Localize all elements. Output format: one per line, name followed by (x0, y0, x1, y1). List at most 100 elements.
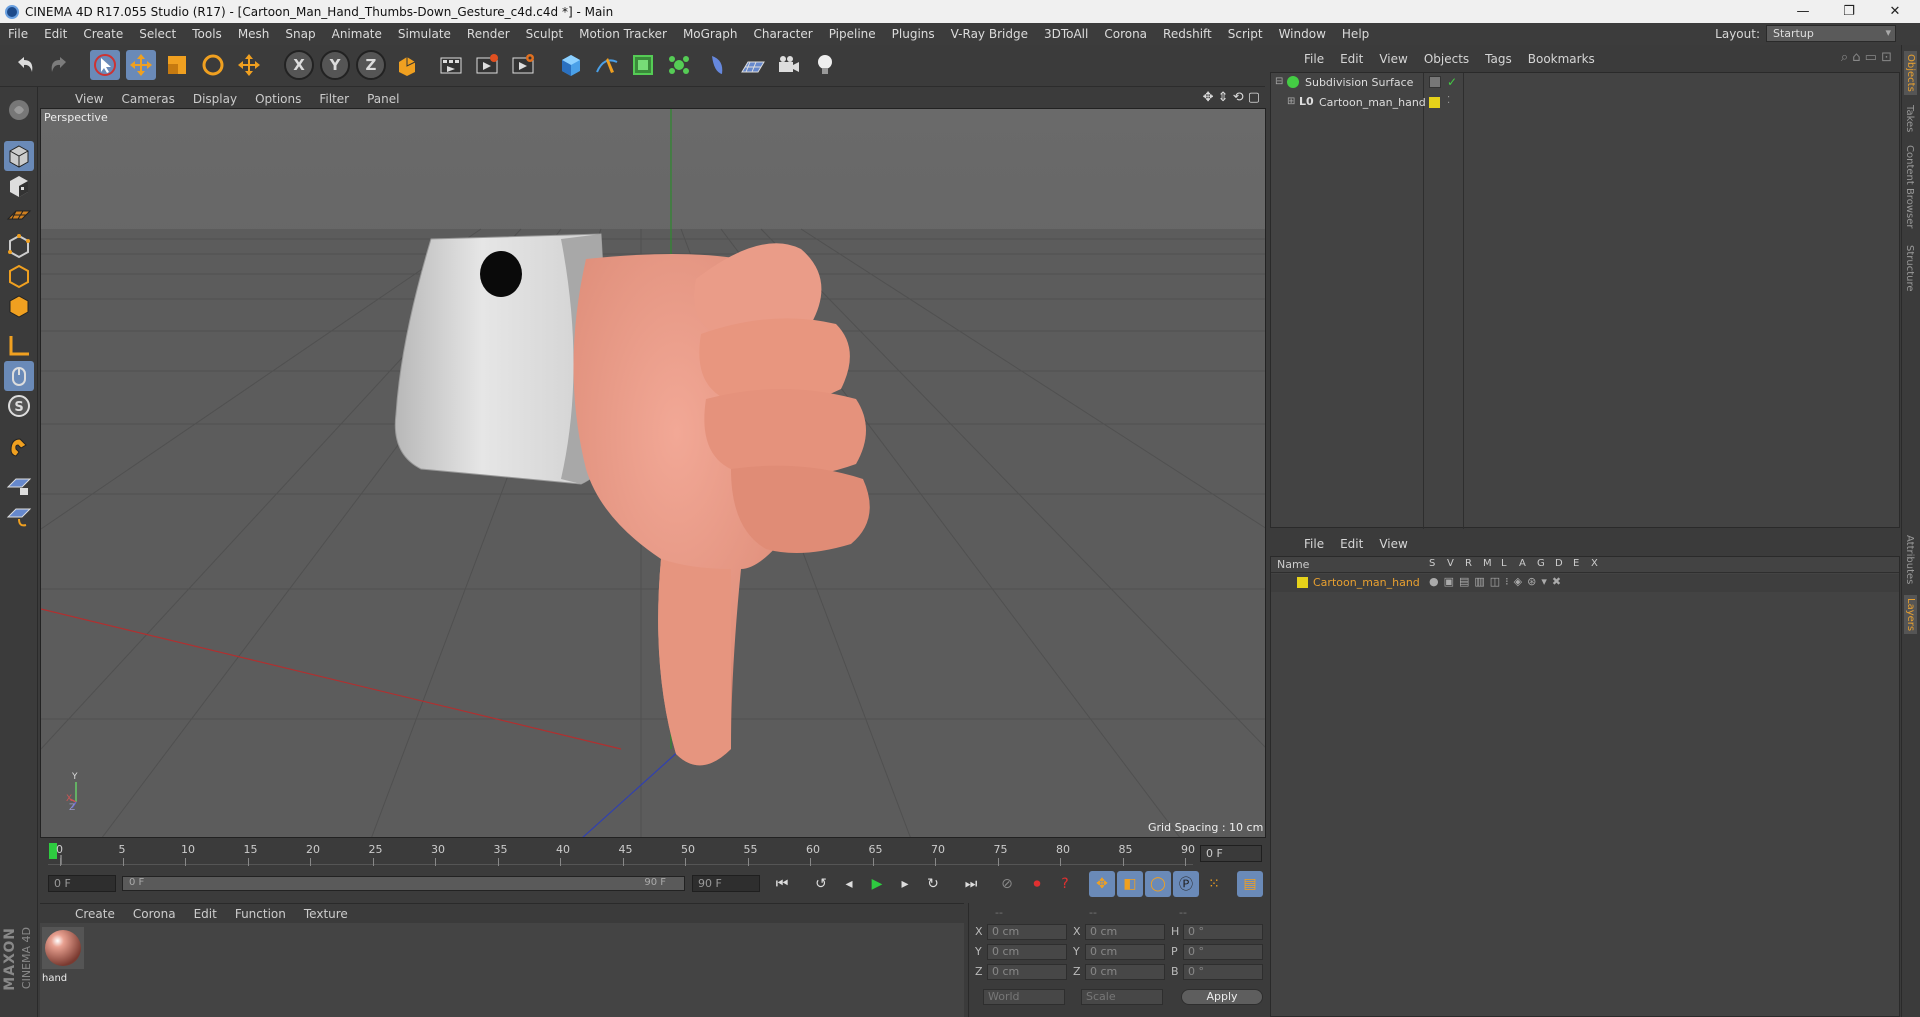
objects-menu-tags[interactable]: Tags (1477, 52, 1520, 66)
render-view-icon[interactable] (436, 50, 466, 80)
viewport-menu-view[interactable]: View (66, 92, 112, 106)
menu-redshift[interactable]: Redshift (1155, 27, 1220, 41)
collapse-icon[interactable]: ⊟ (1275, 76, 1283, 87)
expand-icon[interactable]: ⊞ (1287, 96, 1295, 107)
menu-mograph[interactable]: MoGraph (675, 27, 746, 41)
key-scale-icon[interactable]: ◧ (1117, 871, 1143, 897)
workplane-mode-icon[interactable] (4, 201, 34, 231)
layer-col-render[interactable]: R (1465, 558, 1472, 569)
workplane-lock-icon[interactable] (4, 471, 34, 501)
viewport-menu-display[interactable]: Display (184, 92, 246, 106)
coord-rot-b-field[interactable]: 0 ° (1183, 964, 1263, 980)
side-tab-attributes[interactable]: Attributes (1904, 535, 1915, 584)
layers-menu-edit[interactable]: Edit (1332, 537, 1371, 551)
edges-mode-icon[interactable] (4, 261, 34, 291)
side-tab-structure[interactable]: Structure (1904, 245, 1915, 292)
keyframe-selection-icon[interactable]: ? (1052, 871, 1078, 897)
layer-col-visible[interactable]: V (1447, 558, 1454, 569)
layer-col-manager[interactable]: M (1483, 558, 1492, 569)
enabled-check-icon[interactable]: ✓ (1447, 75, 1457, 89)
menu-create[interactable]: Create (75, 27, 131, 41)
material-menu-corona[interactable]: Corona (124, 907, 185, 921)
layer-color-swatch[interactable] (1297, 577, 1308, 588)
make-editable-icon[interactable] (4, 95, 34, 125)
menu-help[interactable]: Help (1334, 27, 1377, 41)
layer-row[interactable]: Cartoon_man_hand ●▣▤▥◫⁝◈⊛▾✖ (1271, 574, 1899, 592)
layers-menu-view[interactable]: View (1371, 537, 1415, 551)
tweak-mode-icon[interactable] (4, 361, 34, 391)
layers-menu-file[interactable]: File (1296, 537, 1332, 551)
coord-pos-z-field[interactable]: 0 cm (987, 964, 1067, 980)
timeline-window-icon[interactable]: ▤ (1237, 871, 1263, 897)
menu-animate[interactable]: Animate (324, 27, 390, 41)
cloner-icon[interactable] (664, 50, 694, 80)
layout-dropdown[interactable]: Startup (1766, 25, 1896, 42)
material-menu-edit[interactable]: Edit (185, 907, 226, 921)
object-name[interactable]: Subdivision Surface (1305, 76, 1413, 89)
objects-menu-view[interactable]: View (1371, 52, 1415, 66)
coord-rot-h-field[interactable]: 0 ° (1183, 924, 1263, 940)
restore-button[interactable]: ❐ (1826, 0, 1872, 23)
menu-script[interactable]: Script (1220, 27, 1271, 41)
coord-pos-y-field[interactable]: 0 cm (987, 944, 1067, 960)
menu-plugins[interactable]: Plugins (884, 27, 943, 41)
coord-mode-dropdown[interactable]: World (983, 989, 1065, 1005)
pen-spline-icon[interactable] (592, 50, 622, 80)
objects-search-icon[interactable]: ⌕ ⌂ ▭ ⊡ (1841, 50, 1892, 65)
play-icon[interactable]: ▶ (864, 871, 890, 897)
layer-col-deformers[interactable]: D (1555, 558, 1563, 569)
viewport-navigation-icons[interactable]: ✥ ⇕ ⟲ ▢ (1203, 90, 1260, 105)
start-frame-field[interactable]: 0 F (48, 875, 116, 892)
layer-col-expressions[interactable]: E (1573, 558, 1579, 569)
viewport-menu-options[interactable]: Options (246, 92, 310, 106)
floor-environment-icon[interactable] (738, 50, 768, 80)
viewport-menu-panel[interactable]: Panel (358, 92, 408, 106)
axis-mode-icon[interactable] (4, 331, 34, 361)
undo-icon[interactable] (10, 50, 40, 80)
subdivision-surface-icon[interactable] (628, 50, 658, 80)
objects-menu-bookmarks[interactable]: Bookmarks (1520, 52, 1603, 66)
end-frame-field[interactable]: 90 F (692, 875, 760, 892)
side-tab-layers[interactable]: Layers (1904, 595, 1917, 635)
object-row[interactable]: ⊞ L0 Cartoon_man_hand ⁚ (1271, 95, 1899, 113)
layer-col-generators[interactable]: G (1537, 558, 1545, 569)
select-tool-icon[interactable] (90, 50, 120, 80)
menu-tools[interactable]: Tools (184, 27, 230, 41)
3d-viewport[interactable] (40, 108, 1266, 838)
coord-rot-p-field[interactable]: 0 ° (1183, 944, 1263, 960)
menu-character[interactable]: Character (745, 27, 820, 41)
layer-col-animation[interactable]: A (1519, 558, 1526, 569)
render-settings-icon[interactable] (508, 50, 538, 80)
coord-scale-dropdown[interactable]: Scale (1081, 989, 1163, 1005)
side-tab-content-browser[interactable]: Content Browser (1904, 145, 1915, 228)
objects-menu-objects[interactable]: Objects (1416, 52, 1477, 66)
render-picture-viewer-icon[interactable] (472, 50, 502, 80)
objects-menu-edit[interactable]: Edit (1332, 52, 1371, 66)
layer-swatch-icon[interactable] (1429, 76, 1441, 88)
previous-frame-icon[interactable]: ◂ (836, 871, 862, 897)
material-item[interactable]: hand (42, 927, 86, 985)
timeline-ruler[interactable]: 0 5 10 15 20 25 30 35 40 45 50 55 60 65 70 75 80 85 90 0 F (40, 840, 1266, 875)
menu-sculpt[interactable]: Sculpt (518, 27, 571, 41)
workplane-snap-icon[interactable] (4, 501, 34, 531)
transform-tool-icon[interactable] (234, 50, 264, 80)
object-name[interactable]: Cartoon_man_hand (1319, 96, 1426, 109)
polygons-mode-icon[interactable] (4, 291, 34, 321)
coord-pos-x-field[interactable]: 0 cm (987, 924, 1067, 940)
menu-vray-bridge[interactable]: V-Ray Bridge (943, 27, 1036, 41)
close-button[interactable]: ✕ (1872, 0, 1918, 23)
light-icon[interactable] (810, 50, 840, 80)
redo-icon[interactable] (44, 50, 74, 80)
snap-magnet-icon[interactable] (4, 431, 34, 461)
menu-select[interactable]: Select (131, 27, 184, 41)
menu-simulate[interactable]: Simulate (390, 27, 459, 41)
y-axis-lock-icon[interactable]: Y (320, 50, 350, 80)
cube-primitive-icon[interactable] (556, 50, 586, 80)
key-position-icon[interactable]: ✥ (1089, 871, 1115, 897)
menu-mesh[interactable]: Mesh (230, 27, 278, 41)
go-to-start-icon[interactable]: ⏮ (769, 871, 795, 897)
menu-corona[interactable]: Corona (1096, 27, 1155, 41)
previous-key-icon[interactable]: ↺ (808, 871, 834, 897)
autokey-icon[interactable]: ⏺ (1024, 871, 1050, 897)
menu-motion-tracker[interactable]: Motion Tracker (571, 27, 675, 41)
